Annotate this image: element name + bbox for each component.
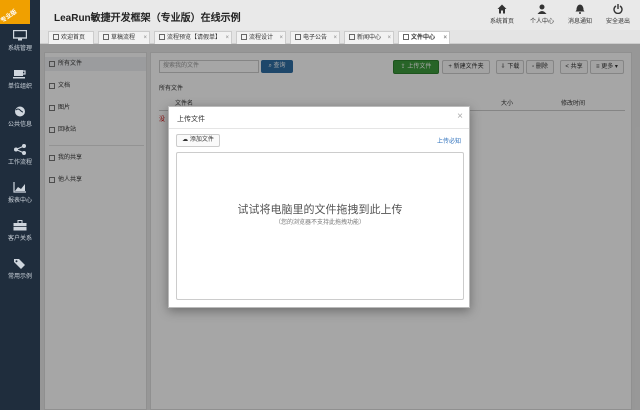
tab-news[interactable]: 新闻中心 × bbox=[344, 31, 394, 44]
chart-icon bbox=[13, 182, 26, 193]
edition-badge: 专业版 bbox=[0, 0, 30, 24]
nav-item-reports[interactable]: 报表中心 bbox=[0, 182, 40, 212]
close-icon[interactable]: × bbox=[443, 32, 447, 44]
tab-flow-preview[interactable]: 流程预览【请假单】 × bbox=[154, 31, 232, 44]
globe-icon bbox=[15, 106, 25, 117]
tab-bar: 欢迎首页 草稿流程 × 流程预览【请假单】 × 流程设计 × 电子公告 × 新闻中心 × … bbox=[40, 30, 640, 44]
top-header: LeaRun敏捷开发框架（专业版）在线示例 系统首页 个人中心 消息通知 安全退… bbox=[40, 0, 640, 30]
tab-drafts[interactable]: 草稿流程 × bbox=[98, 31, 150, 44]
briefcase-icon bbox=[13, 220, 27, 231]
bell-icon bbox=[575, 4, 585, 14]
nav-item-label: 系统管理 bbox=[7, 46, 32, 52]
share-icon bbox=[14, 144, 26, 155]
logout-button[interactable]: 安全退出 bbox=[598, 4, 638, 28]
monitor-icon bbox=[13, 30, 27, 41]
nav-item-label: 客户关系 bbox=[7, 236, 32, 242]
share-icon bbox=[241, 34, 247, 40]
coffee-icon bbox=[13, 70, 26, 79]
tags-icon bbox=[14, 259, 25, 269]
close-icon[interactable]: × bbox=[333, 32, 337, 44]
nav-item-public-info[interactable]: 公共信息 bbox=[0, 106, 40, 136]
nav-item-crm[interactable]: 客户关系 bbox=[0, 220, 40, 250]
nav-item-examples[interactable]: 常用示例 bbox=[0, 258, 40, 288]
cloud-icon bbox=[403, 34, 409, 40]
close-icon[interactable]: × bbox=[457, 111, 463, 122]
close-icon[interactable]: × bbox=[225, 32, 229, 44]
drop-zone-text: 试试将电脑里的文件拖拽到此上传 bbox=[237, 204, 403, 216]
nav-item-org[interactable]: 单位组织 bbox=[0, 68, 40, 98]
cloud-upload-icon: ☁ bbox=[182, 137, 189, 143]
page-icon bbox=[295, 34, 301, 40]
nav-item-label: 报表中心 bbox=[7, 198, 32, 204]
nav-item-label: 单位组织 bbox=[7, 84, 32, 90]
tab-welcome[interactable]: 欢迎首页 bbox=[48, 31, 94, 44]
eye-icon bbox=[159, 34, 165, 40]
close-icon[interactable]: × bbox=[143, 32, 147, 44]
profile-button[interactable]: 个人中心 bbox=[522, 4, 562, 28]
close-icon[interactable]: × bbox=[387, 32, 391, 44]
rss-icon bbox=[349, 34, 355, 40]
dialog-title: 上传文件 bbox=[177, 116, 205, 123]
page-icon bbox=[53, 34, 59, 40]
add-file-button[interactable]: ☁ 添加文件 bbox=[176, 134, 220, 147]
power-icon bbox=[613, 4, 623, 14]
nav-item-label: 公共信息 bbox=[7, 122, 32, 128]
left-nav: 专业版 系统管理 单位组织 公共信息 工作流程 报表中心 客户关系 常用示例 bbox=[0, 0, 40, 410]
upload-dialog: 上传文件 × ☁ 添加文件 上传必知 试试将电脑里的文件拖拽到此上传 （您的浏览… bbox=[168, 106, 470, 308]
user-icon bbox=[537, 4, 547, 14]
tab-announcements[interactable]: 电子公告 × bbox=[290, 31, 340, 44]
page-icon bbox=[103, 34, 109, 40]
notifications-button[interactable]: 消息通知 bbox=[560, 4, 600, 28]
drop-zone[interactable]: 试试将电脑里的文件拖拽到此上传 （您的浏览器不支持此拖拽功能） bbox=[176, 152, 464, 300]
close-icon[interactable]: × bbox=[279, 32, 283, 44]
drop-zone-subtext: （您的浏览器不支持此拖拽功能） bbox=[274, 220, 365, 226]
app-title: LeaRun敏捷开发框架（专业版）在线示例 bbox=[54, 13, 241, 24]
nav-item-label: 工作流程 bbox=[7, 160, 32, 166]
home-button[interactable]: 系统首页 bbox=[482, 4, 522, 28]
nav-item-workflow[interactable]: 工作流程 bbox=[0, 144, 40, 174]
nav-item-system[interactable]: 系统管理 bbox=[0, 30, 40, 60]
upload-rules-link[interactable]: 上传必知 bbox=[437, 136, 461, 145]
tab-flow-design[interactable]: 流程设计 × bbox=[236, 31, 286, 44]
home-icon bbox=[497, 4, 507, 14]
nav-item-label: 常用示例 bbox=[7, 274, 32, 280]
divider bbox=[169, 128, 469, 129]
tab-file-center[interactable]: 文件中心 × bbox=[398, 31, 450, 44]
